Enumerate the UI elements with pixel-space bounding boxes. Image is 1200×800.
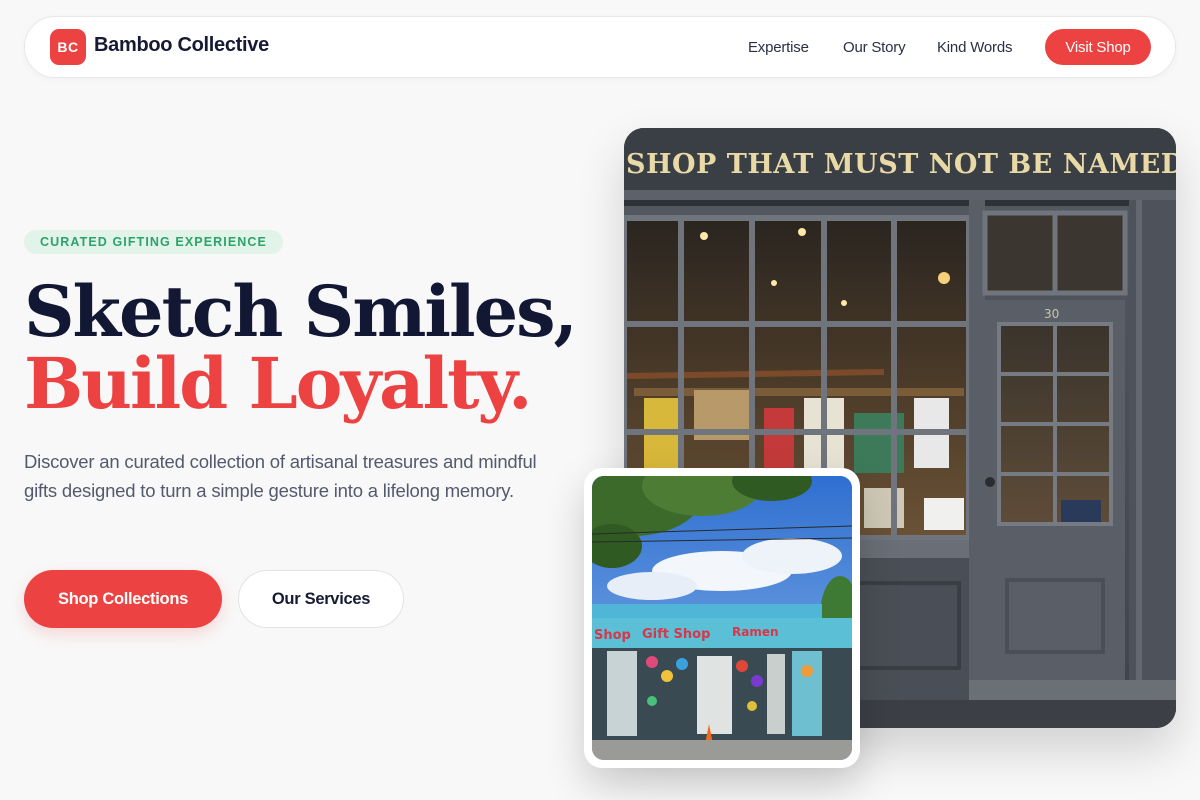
headline-line-2: Build Loyalty. [24, 342, 532, 425]
our-services-button[interactable]: Our Services [238, 570, 404, 628]
visit-shop-button[interactable]: Visit Shop [1045, 29, 1151, 65]
hero-headline: Sketch Smiles, Build Loyalty. [24, 270, 578, 425]
logo-badge[interactable]: BC [50, 29, 86, 65]
nav-link-kind-words[interactable]: Kind Words [937, 39, 1012, 56]
nav-link-our-story[interactable]: Our Story [843, 39, 906, 56]
shop-collections-button[interactable]: Shop Collections [24, 570, 222, 628]
top-navbar: BC Bamboo Collective Expertise Our Story… [24, 16, 1176, 78]
gift-shop-photo: Shop Gift Shop Ramen [584, 468, 860, 768]
gift-shop-sign-right: Ramen [732, 625, 779, 639]
storefront-door-number: 30 [1044, 307, 1059, 321]
headline-line-1: Sketch Smiles, [24, 270, 578, 353]
gift-shop-sign-left: Shop [594, 628, 631, 643]
gift-shop-photo-frame: Shop Gift Shop Ramen [592, 476, 852, 760]
storefront-sign-text: SHOP THAT MUST NOT BE NAMED [626, 149, 1176, 180]
gift-shop-sign-center: Gift Shop [642, 627, 710, 642]
hero-description: Discover an curated collection of artisa… [24, 451, 537, 501]
brand-name[interactable]: Bamboo Collective [94, 34, 269, 57]
hero-tag-badge: CURATED GIFTING EXPERIENCE [24, 230, 283, 254]
nav-link-expertise[interactable]: Expertise [748, 39, 809, 56]
